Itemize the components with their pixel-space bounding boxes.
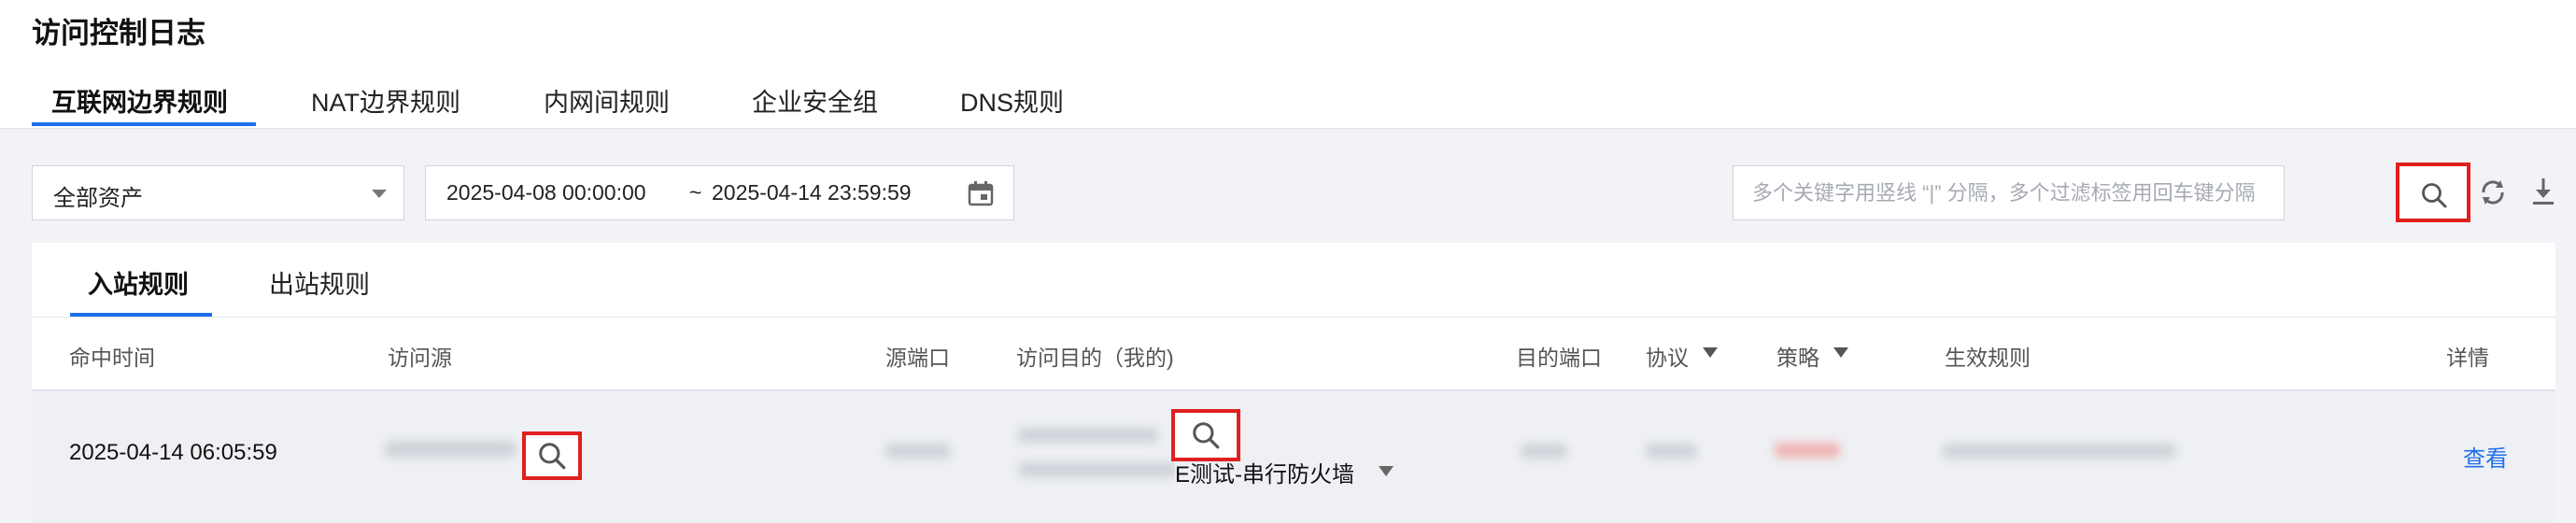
column-header-policy: 策略: [1776, 346, 1819, 370]
policy-filter-icon[interactable]: [1833, 347, 1848, 358]
tab-intranet-rules[interactable]: 内网间规则: [544, 82, 670, 119]
redacted-destination: [1018, 428, 1158, 443]
date-separator: ~: [689, 180, 702, 205]
redacted-effective-rule: [1943, 444, 2176, 459]
search-input[interactable]: [1752, 181, 2257, 205]
column-header-protocol: 协议: [1646, 346, 1689, 370]
tab-dns-rules[interactable]: DNS规则: [960, 82, 1064, 119]
destination-search-button[interactable]: [1171, 409, 1240, 461]
source-search-button[interactable]: [522, 431, 582, 480]
tab-internet-boundary-rules[interactable]: 互联网边界规则: [51, 82, 228, 119]
active-tab-indicator: [32, 122, 256, 126]
redacted-destination: [1018, 462, 1177, 477]
destination-filter-icon[interactable]: [1379, 466, 1394, 476]
date-end: 2025-04-14 23:59:59: [712, 180, 912, 205]
search-icon: [1193, 422, 1220, 449]
subtab-outbound-rules[interactable]: 出站规则: [269, 264, 370, 301]
date-range-picker[interactable]: 2025-04-08 00:00:00 ~ 2025-04-14 23:59:5…: [425, 165, 1014, 220]
redacted-destination-port: [1521, 444, 1567, 459]
protocol-filter-icon[interactable]: [1703, 347, 1718, 358]
column-header-source-port: 源端口: [885, 346, 950, 370]
keyword-search-box[interactable]: [1733, 165, 2285, 220]
calendar-icon[interactable]: [967, 179, 995, 207]
redacted-policy: [1775, 443, 1840, 458]
chevron-down-icon: [372, 190, 387, 198]
redacted-protocol: [1646, 444, 1697, 459]
hit-time-cell: 2025-04-14 06:05:59: [69, 440, 277, 465]
search-button[interactable]: [2396, 163, 2470, 222]
tab-enterprise-security-group[interactable]: 企业安全组: [752, 82, 878, 119]
column-header-effective-rule: 生效规则: [1945, 346, 2031, 370]
date-start: 2025-04-08 00:00:00: [446, 180, 646, 205]
column-header-hit-time: 命中时间: [69, 346, 155, 370]
tab-nat-boundary-rules[interactable]: NAT边界规则: [311, 82, 460, 119]
subtab-inbound-rules[interactable]: 入站规则: [88, 264, 189, 301]
page-title: 访问控制日志: [32, 17, 205, 49]
asset-select[interactable]: 全部资产: [32, 165, 404, 220]
column-header-source: 访问源: [388, 346, 452, 370]
search-icon: [2422, 183, 2447, 208]
search-icon: [539, 443, 566, 470]
redacted-source: [385, 441, 516, 458]
column-header-destination-port: 目的端口: [1516, 346, 1602, 370]
column-header-destination: 访问目的（我的): [1016, 346, 1174, 370]
view-details-link[interactable]: 查看: [2463, 440, 2508, 473]
download-icon[interactable]: [2528, 176, 2558, 207]
divider: [32, 317, 2555, 318]
redacted-source-port: [885, 444, 951, 459]
column-header-details: 详情: [2446, 346, 2489, 370]
asset-select-value: 全部资产: [53, 186, 143, 211]
refresh-icon[interactable]: [2478, 177, 2508, 207]
